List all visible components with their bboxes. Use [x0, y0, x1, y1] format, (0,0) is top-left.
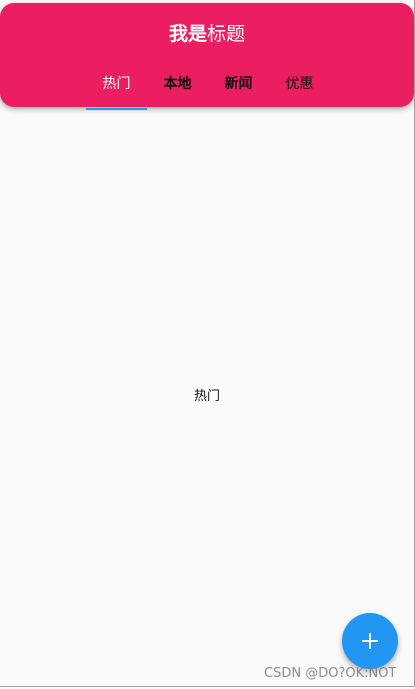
tab-label: 热门: [102, 76, 131, 92]
tab-content-text: 热门: [193, 389, 220, 404]
app-bar: 我是标题 热门 本地 新闻 优惠: [0, 3, 414, 110]
plus-icon: [360, 631, 380, 651]
tab-hot[interactable]: 热门: [86, 67, 147, 110]
tab-news[interactable]: 新闻: [208, 67, 269, 110]
tab-bar: 热门 本地 新闻 优惠: [86, 67, 330, 110]
tab-discount[interactable]: 优惠: [269, 67, 330, 110]
tab-label: 本地: [163, 76, 192, 92]
tab-label: 新闻: [224, 76, 253, 92]
tab-label: 优惠: [285, 76, 314, 92]
page-title: 我是标题: [0, 22, 414, 46]
add-fab-button[interactable]: [342, 613, 398, 669]
title-regular-part: 标题: [207, 23, 246, 45]
tab-indicator: [86, 108, 147, 110]
title-bold-part: 我是: [168, 23, 207, 45]
watermark-text: CSDN @DO?OK:NOT: [264, 666, 397, 681]
tab-local[interactable]: 本地: [147, 67, 208, 110]
app-screen: 我是标题 热门 本地 新闻 优惠 热门 CSDN @DO?OK:NOT: [0, 0, 415, 687]
